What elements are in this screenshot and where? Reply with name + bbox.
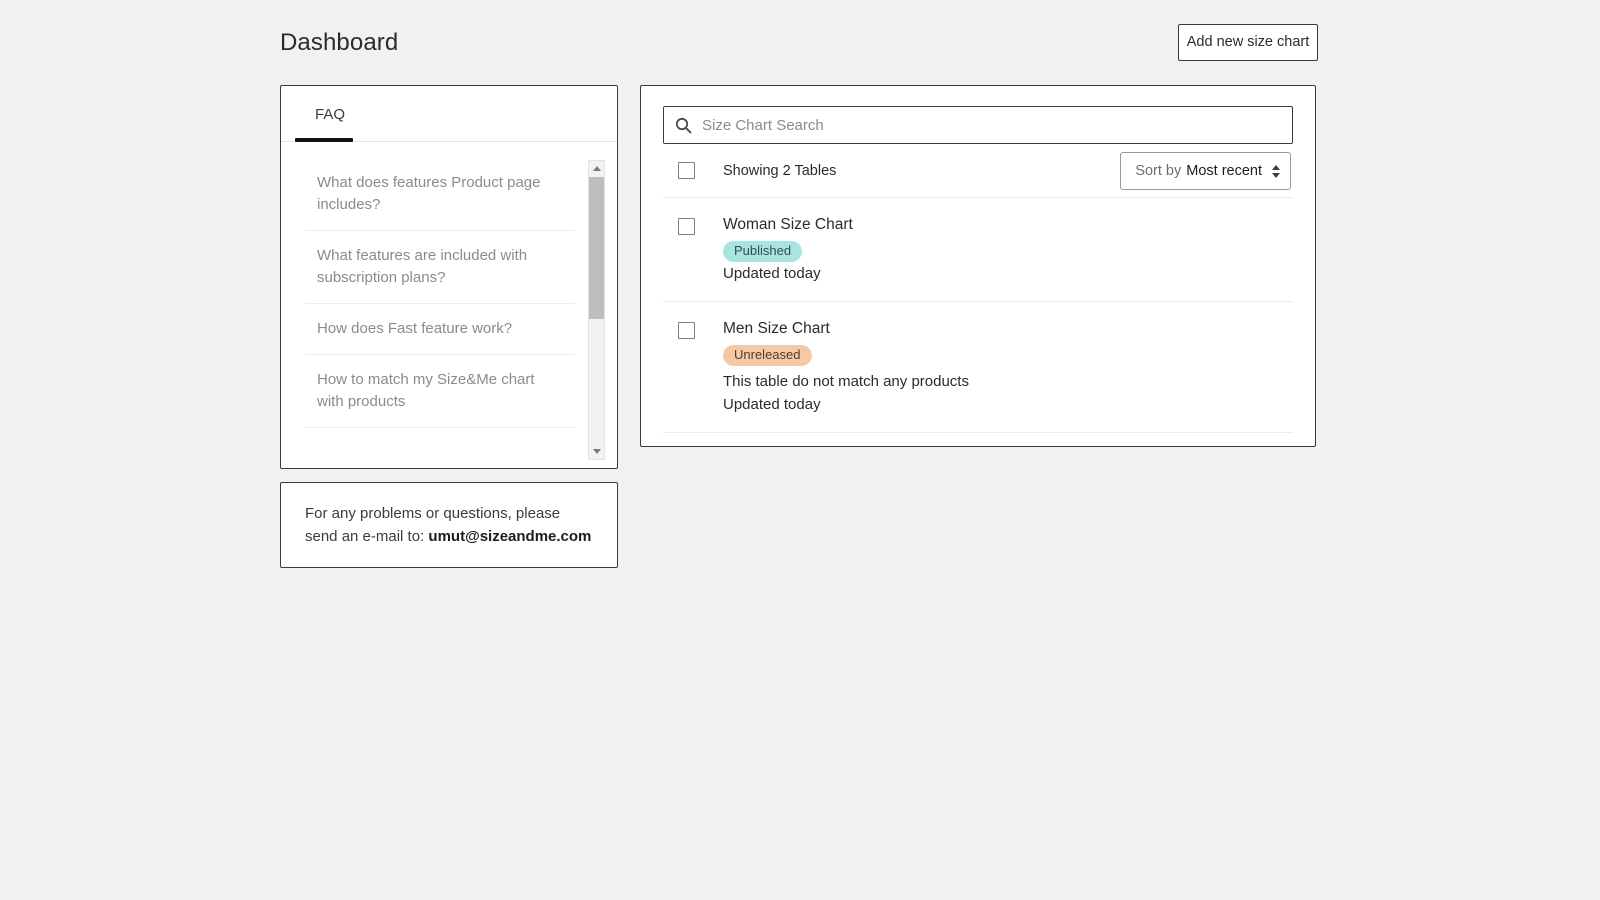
contact-card: For any problems or questions, please se… [280,482,618,568]
dashboard-page: Dashboard Add new size chart FAQ What do… [0,0,1600,900]
row-body: Men Size Chart Unreleased This table do … [723,319,969,416]
list-item[interactable]: How does Fast feature work? [305,304,575,355]
charts-toolbar: Showing 2 Tables Sort by Most recent [663,144,1293,198]
sort-selected-value: Most recent [1186,163,1262,179]
showing-count-label: Showing 2 Tables [723,162,837,179]
row-title[interactable]: Woman Size Chart [723,215,853,235]
status-badge: Published [723,241,803,262]
table-row[interactable]: Men Size Chart Unreleased This table do … [663,302,1293,433]
status-badge: Unreleased [723,345,812,366]
search-input[interactable] [702,107,1292,143]
row-body: Woman Size Chart Published Updated today [723,215,853,285]
list-item[interactable]: How to match my Size&Me chart with produ… [305,355,575,428]
search-bar[interactable] [663,106,1293,144]
row-updated: Updated today [723,396,821,413]
contact-text: For any problems or questions, please se… [281,502,617,548]
row-updated: Updated today [723,265,821,282]
tab-faq-label: FAQ [315,105,346,123]
faq-scroll-area: What does features Product page includes… [281,160,617,460]
row-note: This table do not match any products [723,373,969,390]
list-item[interactable]: What features are included with subscrip… [305,231,575,304]
faq-tabbar: FAQ [281,86,617,142]
page-title: Dashboard [280,29,399,56]
faq-scrollbar[interactable] [588,160,605,460]
chevron-updown-icon [1272,164,1280,178]
row-title[interactable]: Men Size Chart [723,319,969,339]
select-all-checkbox[interactable] [678,162,695,179]
sort-dropdown[interactable]: Sort by Most recent [1120,152,1291,190]
size-charts-card: Showing 2 Tables Sort by Most recent Wom… [640,85,1316,447]
contact-email[interactable]: umut@sizeandme.com [428,528,591,545]
table-row[interactable]: Woman Size Chart Published Updated today [663,198,1293,302]
triangle-up-icon[interactable] [589,161,604,176]
tab-faq[interactable]: FAQ [297,86,363,142]
search-icon [664,117,702,134]
row-checkbox[interactable] [678,322,695,339]
faq-list: What does features Product page includes… [305,160,575,460]
row-checkbox[interactable] [678,218,695,235]
scrollbar-thumb[interactable] [589,177,604,319]
list-item[interactable]: What does features Product page includes… [305,160,575,231]
faq-card: FAQ What does features Product page incl… [280,85,618,469]
sort-prefix-label: Sort by [1135,163,1182,179]
triangle-down-icon[interactable] [589,444,604,459]
add-new-size-chart-button[interactable]: Add new size chart [1178,24,1318,61]
tab-active-indicator [295,138,353,142]
